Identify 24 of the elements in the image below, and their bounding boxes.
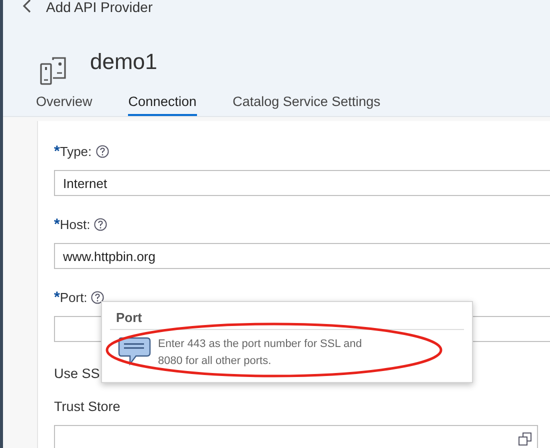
help-icon[interactable] — [96, 144, 109, 158]
provider-icon — [38, 56, 68, 86]
tab[interactable]: Catalog Service Settings — [232, 90, 380, 116]
popover-text: Enter 443 as the port number for SSL and 8080 for all other ports. — [158, 337, 363, 369]
field-label: Port: — [60, 290, 88, 304]
object-title: demo1 — [90, 49, 158, 75]
field-label: Host: — [60, 216, 90, 232]
required-asterisk: * — [54, 216, 60, 232]
field-label: Use SS — [54, 366, 100, 381]
tab[interactable]: Connection — [128, 90, 197, 116]
back-icon[interactable] — [22, 0, 32, 14]
value-help-icon[interactable] — [518, 432, 532, 446]
input-field[interactable]: www.httpbin.org — [54, 243, 550, 269]
page-title: Add API Provider — [46, 0, 153, 14]
speech-bubble-icon — [118, 336, 152, 366]
help-icon[interactable] — [94, 218, 108, 230]
required-asterisk: * — [54, 288, 60, 306]
required-asterisk: * — [54, 142, 60, 160]
help-icon[interactable] — [91, 290, 104, 304]
popover-title: Port — [115, 310, 143, 325]
field-label: Trust Store — [54, 399, 122, 414]
tab[interactable]: Overview — [36, 90, 92, 116]
field-label: Type: — [60, 144, 92, 158]
input-field[interactable]: Internet — [54, 170, 550, 196]
